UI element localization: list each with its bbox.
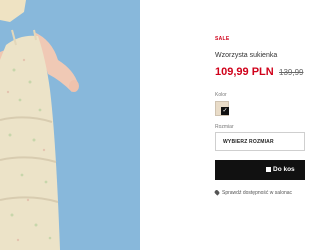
current-price: 109,99 PLN	[215, 66, 274, 78]
location-pin-icon	[213, 189, 221, 196]
size-label: Rozmiar	[215, 124, 234, 130]
sale-badge: SALE	[215, 36, 230, 42]
check-icon: ✓	[221, 107, 229, 115]
old-price: 139,99	[279, 68, 304, 77]
size-select[interactable]: WYBIERZ ROZMIAR	[215, 132, 305, 151]
product-photo[interactable]	[0, 0, 140, 250]
color-label: Kolor	[215, 92, 227, 98]
store-availability-link[interactable]: Sprawdź dostępność w salonac	[213, 189, 293, 196]
add-to-cart-button[interactable]: Do kos	[215, 160, 305, 180]
cart-icon	[266, 167, 271, 172]
add-to-cart-label: Do kos	[273, 166, 295, 173]
product-image	[0, 0, 140, 250]
product-details-panel: SALE Wzorzysta sukienka 109,99 PLN 139,9…	[140, 0, 305, 250]
product-name: Wzorzysta sukienka	[215, 52, 278, 59]
store-availability-label: Sprawdź dostępność w salonac	[222, 190, 293, 196]
